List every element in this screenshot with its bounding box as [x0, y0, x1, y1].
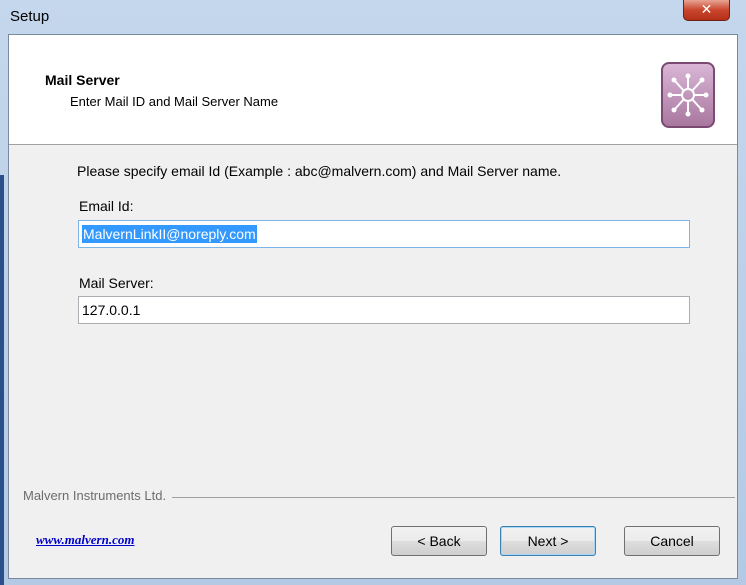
mail-server-field[interactable]: 127.0.0.1: [78, 296, 690, 324]
page-subtitle: Enter Mail ID and Mail Server Name: [70, 94, 279, 109]
instruction-text: Please specify email Id (Example : abc@m…: [77, 163, 562, 179]
network-hub-icon: [661, 62, 715, 128]
wizard-header: Mail Server Enter Mail ID and Mail Serve…: [9, 35, 737, 145]
cancel-button[interactable]: Cancel: [624, 526, 720, 556]
malvern-website-link[interactable]: www.malvern.com: [36, 532, 134, 548]
email-field[interactable]: MalvernLinkII@noreply.com: [78, 220, 690, 248]
mail-server-label: Mail Server:: [79, 275, 154, 291]
title-bar[interactable]: Setup ✕: [0, 0, 746, 34]
next-button[interactable]: Next >: [500, 526, 596, 556]
back-button[interactable]: < Back: [391, 526, 487, 556]
window-title: Setup: [10, 8, 50, 25]
email-label: Email Id:: [79, 198, 134, 214]
dialog-client-area: Mail Server Enter Mail ID and Mail Serve…: [8, 34, 738, 579]
mail-server-value: 127.0.0.1: [82, 302, 141, 318]
page-title: Mail Server: [45, 72, 120, 88]
company-name: Malvern Instruments Ltd.: [23, 488, 173, 503]
email-value: MalvernLinkII@noreply.com: [82, 225, 257, 243]
close-button[interactable]: ✕: [683, 0, 730, 21]
setup-window: Setup ✕ Mail Server Enter Mail ID and Ma…: [0, 0, 746, 585]
window-edge: [0, 175, 4, 585]
close-icon: ✕: [700, 2, 713, 18]
